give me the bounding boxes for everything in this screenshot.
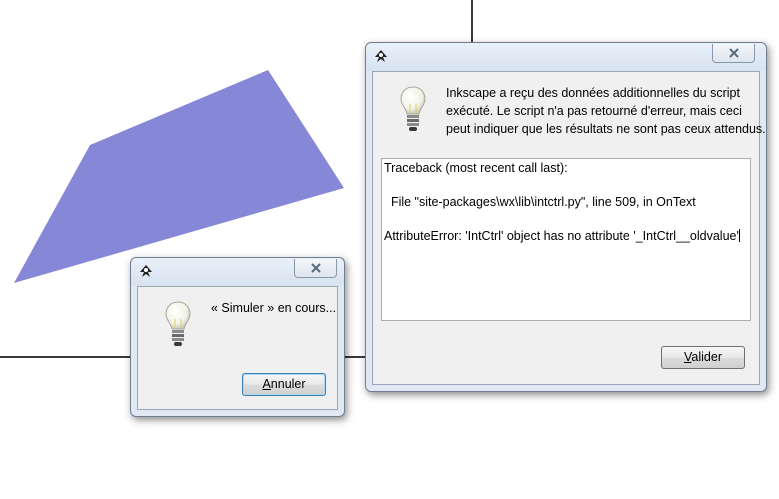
traceback-textarea[interactable]: Traceback (most recent call last): File … bbox=[381, 158, 751, 321]
script-output-message: Inkscape a reçu des données additionnell… bbox=[446, 84, 766, 138]
progress-dialog-body: « Simuler » en cours... Annuler bbox=[137, 286, 338, 410]
close-x-icon bbox=[728, 48, 739, 58]
progress-message: « Simuler » en cours... bbox=[211, 301, 337, 315]
script-output-dialog-body: Inkscape a reçu des données additionnell… bbox=[372, 71, 766, 385]
lightbulb-icon bbox=[165, 301, 191, 346]
ok-button-label: alider bbox=[691, 350, 722, 364]
traceback-line: File "site-packages\wx\lib\intctrl.py", … bbox=[384, 195, 696, 209]
text-caret bbox=[738, 229, 740, 242]
progress-dialog: « Simuler » en cours... Annuler bbox=[130, 257, 345, 417]
message-line: exécuté. Le script n'a pas retourné d'er… bbox=[446, 104, 742, 118]
message-line: peut indiquer que les résultats ne sont … bbox=[446, 122, 766, 136]
script-output-dialog-titlebar[interactable] bbox=[366, 43, 766, 71]
purple-polygon bbox=[14, 70, 344, 283]
cancel-button-label: nnuler bbox=[270, 377, 306, 391]
cancel-button-mnemonic: A bbox=[262, 377, 271, 391]
close-x-icon bbox=[310, 263, 321, 273]
inkscape-icon bbox=[375, 50, 387, 62]
traceback-line-last: AttributeError: 'IntCtrl' object has no … bbox=[384, 228, 748, 245]
inkscape-canvas[interactable]: « Simuler » en cours... Annuler Inkscape… bbox=[0, 0, 779, 499]
traceback-error-text: AttributeError: 'IntCtrl' object has no … bbox=[384, 229, 739, 243]
traceback-line bbox=[384, 177, 748, 194]
ok-button[interactable]: Valider bbox=[661, 346, 745, 369]
traceback-line: Traceback (most recent call last): bbox=[384, 161, 568, 175]
cancel-button[interactable]: Annuler bbox=[242, 373, 326, 396]
lightbulb-icon bbox=[400, 86, 426, 131]
message-line: Inkscape a reçu des données additionnell… bbox=[446, 86, 740, 100]
inkscape-icon bbox=[140, 265, 152, 277]
close-button[interactable] bbox=[294, 259, 337, 278]
progress-dialog-titlebar[interactable] bbox=[131, 258, 344, 286]
script-output-dialog: Inkscape a reçu des données additionnell… bbox=[365, 42, 767, 392]
close-button[interactable] bbox=[712, 44, 755, 63]
traceback-line bbox=[384, 211, 748, 228]
